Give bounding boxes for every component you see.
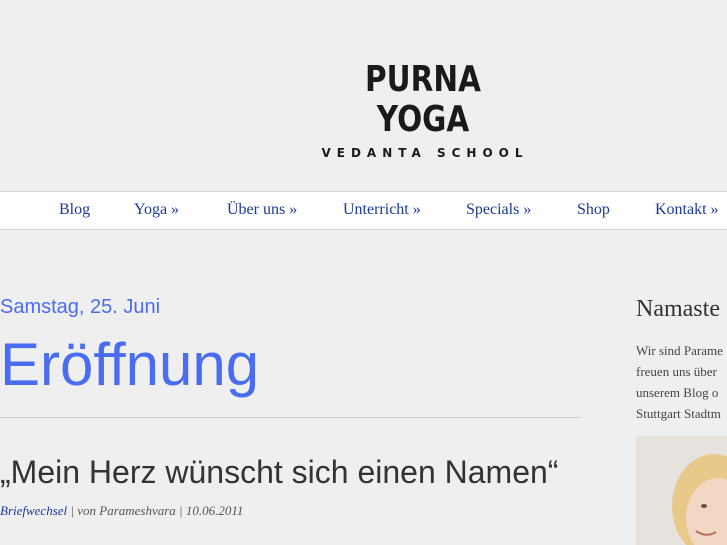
nav-item-blog[interactable]: Blog <box>59 201 90 219</box>
sidebar-text-line: unserem Blog o <box>636 385 719 400</box>
sidebar-text-line: freuen uns über <box>636 364 717 379</box>
post-category-link[interactable]: Briefwechsel <box>0 503 67 518</box>
post-author: Parameshvara <box>99 503 176 518</box>
post-title[interactable]: „Mein Herz wünscht sich einen Namen“ <box>0 454 558 491</box>
logo-title: PURNA YOGA <box>365 59 481 140</box>
nav-item-yoga[interactable]: Yoga » <box>134 201 179 219</box>
nav-item-ueber-uns[interactable]: Über uns » <box>227 201 297 219</box>
post-date: 10.06.2011 <box>185 503 244 518</box>
meta-separator: | <box>175 503 186 518</box>
nav-item-kontakt[interactable]: Kontakt » <box>655 201 719 219</box>
title-divider <box>0 417 581 418</box>
main-navigation: Blog Yoga » Über uns » Unterricht » Spec… <box>0 191 727 230</box>
page-title: Eröffnung <box>0 331 260 398</box>
nav-item-unterricht[interactable]: Unterricht » <box>343 201 421 219</box>
meta-separator: | von <box>67 503 100 518</box>
sidebar-intro-text: Wir sind Parame freuen uns über unserem … <box>636 340 727 424</box>
sidebar-title: Namaste <box>636 296 720 322</box>
page-date: Samstag, 25. Juni <box>0 296 161 318</box>
logo-subtitle: VEDANTA SCHOOL <box>321 146 529 160</box>
portrait-image <box>636 436 727 545</box>
sidebar-text-line: Wir sind Parame <box>636 343 723 358</box>
post-meta: Briefwechsel | von Parameshvara | 10.06.… <box>0 503 243 519</box>
sidebar-text-line: Stuttgart Stadtm <box>636 406 721 421</box>
site-logo[interactable]: PURNA YOGA VEDANTA SCHOOL <box>314 59 532 161</box>
nav-item-shop[interactable]: Shop <box>577 201 610 219</box>
nav-item-specials[interactable]: Specials » <box>466 201 531 219</box>
author-photo <box>636 436 727 545</box>
